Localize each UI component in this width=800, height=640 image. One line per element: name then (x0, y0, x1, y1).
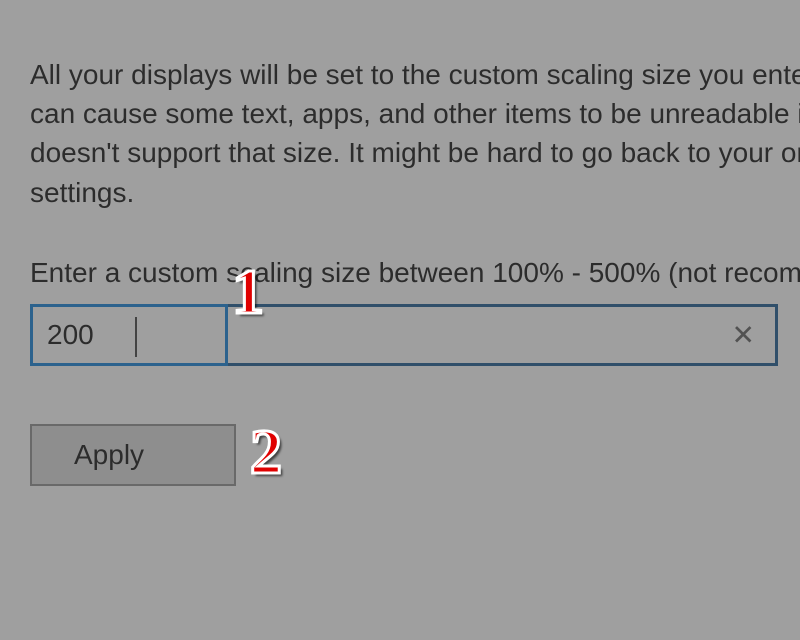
scaling-input-row: ✕ (30, 304, 778, 366)
desc-line-4: settings. (30, 173, 770, 212)
scaling-description: All your displays will be set to the cus… (30, 55, 770, 212)
text-caret (135, 317, 137, 357)
desc-line-1: All your displays will be set to the cus… (30, 55, 770, 94)
desc-line-3: doesn't support that size. It might be h… (30, 133, 770, 172)
custom-scaling-input[interactable] (33, 307, 228, 363)
scaling-instruction: Enter a custom scaling size between 100%… (30, 257, 770, 289)
apply-button[interactable]: Apply (30, 424, 236, 486)
desc-line-2: can cause some text, apps, and other ite… (30, 94, 770, 133)
clear-input-icon[interactable]: ✕ (732, 318, 755, 351)
